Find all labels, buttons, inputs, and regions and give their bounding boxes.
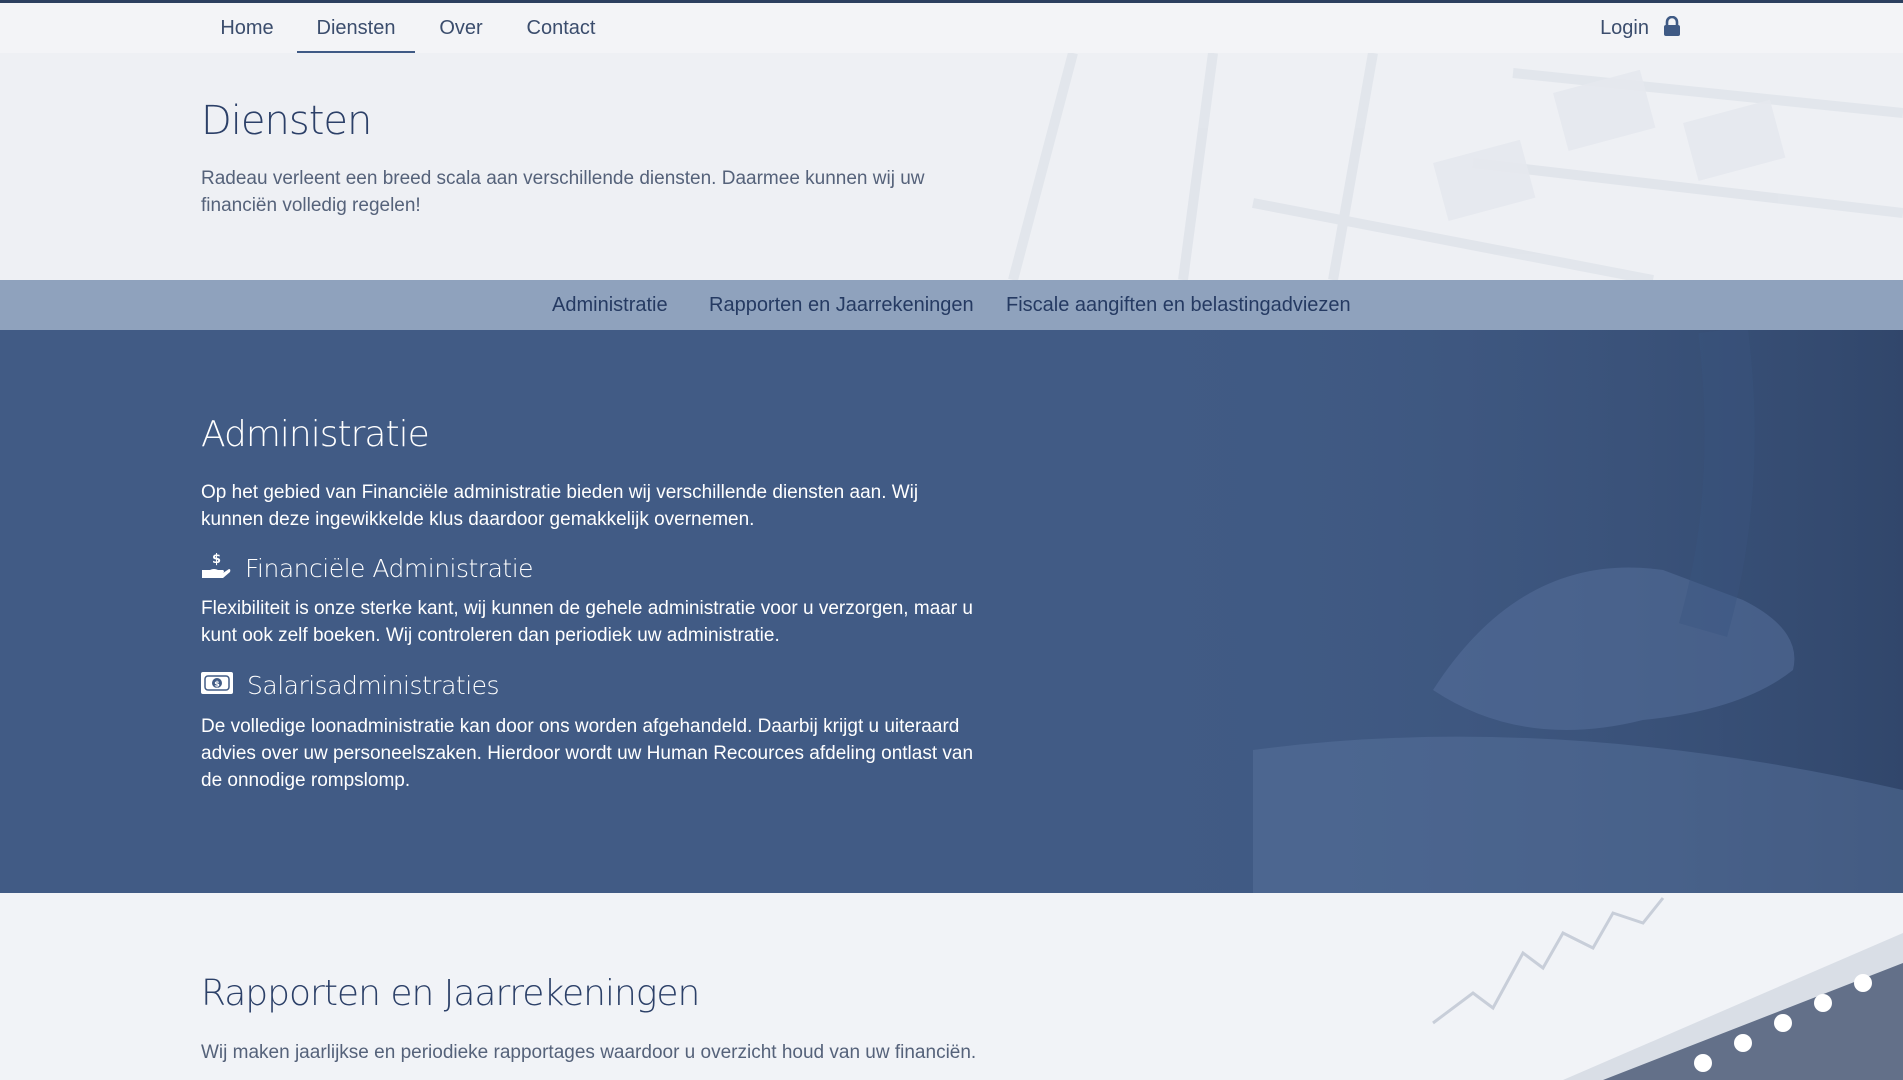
- login-label: Login: [1600, 17, 1649, 39]
- nav-diensten[interactable]: Diensten: [297, 3, 415, 53]
- service-heading-financiele-administratie: $ Financiële Administratie: [201, 551, 534, 585]
- rapporten-background-image: [1432, 897, 1903, 1080]
- service-description: De volledige loonadministratie kan door …: [201, 716, 974, 791]
- service-heading-salarisadministraties: $ Salarisadministraties: [201, 668, 500, 702]
- administratie-background-image: [1103, 330, 1903, 893]
- lock-icon: [1663, 5, 1681, 55]
- svg-text:$: $: [212, 552, 221, 567]
- nav-contact[interactable]: Contact: [514, 3, 608, 53]
- services-subnav: Administratie Rapporten en Jaarrekeninge…: [0, 280, 1903, 330]
- hero-background-image: [1008, 53, 1903, 280]
- administratie-intro: Op het gebied van Financiële administrat…: [201, 482, 919, 530]
- rapporten-description: Wij maken jaarlijkse en periodieke rappo…: [201, 1042, 977, 1063]
- administratie-section: Administratie Op het gebied van Financië…: [0, 330, 1903, 893]
- main-navbar: Home Diensten Over Contact Login: [0, 3, 1903, 53]
- login-link[interactable]: Login: [1600, 3, 1681, 53]
- service-description: Flexibiliteit is onze sterke kant, wij k…: [201, 598, 973, 646]
- subnav-rapporten[interactable]: Rapporten en Jaarrekeningen: [709, 280, 974, 330]
- nav-over[interactable]: Over: [428, 3, 494, 53]
- hero-section: Diensten Radeau verleent een breed scala…: [0, 53, 1903, 280]
- money-bill-icon: $: [201, 671, 233, 700]
- rapporten-section: Rapporten en Jaarrekeningen Wij maken ja…: [0, 893, 1903, 1080]
- rapporten-title: Rapporten en Jaarrekeningen: [201, 973, 700, 1014]
- hand-holding-dollar-icon: $: [201, 551, 231, 585]
- subnav-administratie[interactable]: Administratie: [552, 280, 668, 330]
- hero-description: Radeau verleent een breed scala aan vers…: [201, 168, 925, 216]
- nav-home[interactable]: Home: [201, 3, 293, 53]
- page-title: Diensten: [201, 98, 372, 144]
- administratie-title: Administratie: [201, 414, 430, 455]
- subnav-fiscale-aangiften[interactable]: Fiscale aangiften en belastingadviezen: [1006, 280, 1351, 330]
- service-title: Financiële Administratie: [245, 553, 534, 583]
- service-title: Salarisadministraties: [247, 670, 500, 700]
